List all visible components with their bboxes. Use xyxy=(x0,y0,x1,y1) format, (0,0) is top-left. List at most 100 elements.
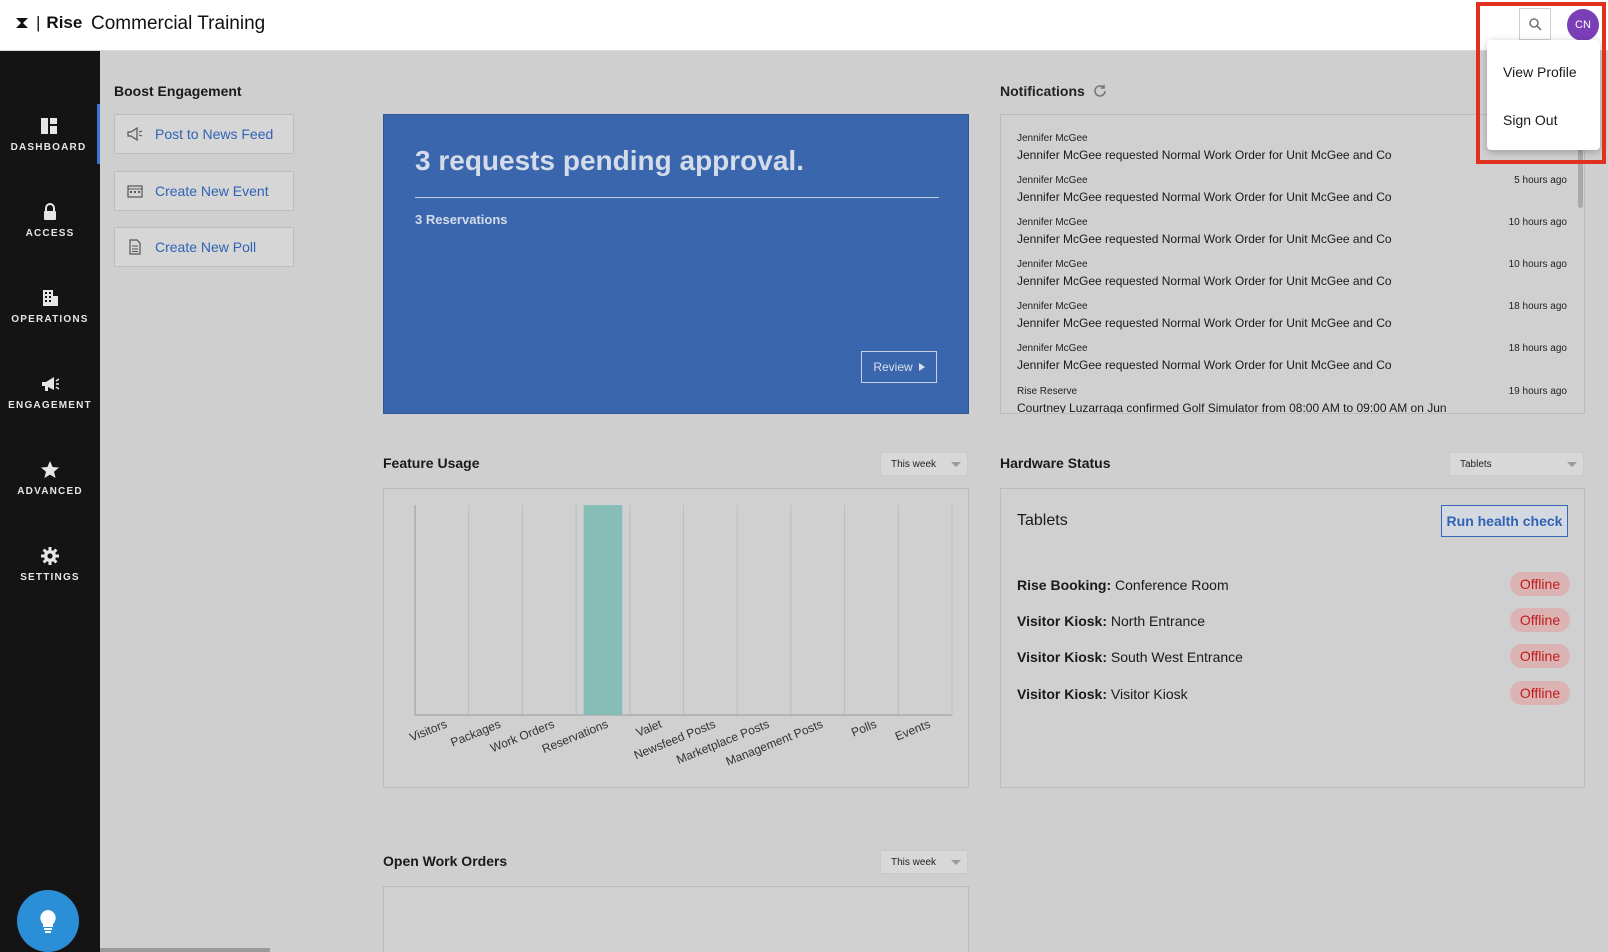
notification-author: Jennifer McGee xyxy=(1017,259,1088,270)
notification-author: Jennifer McGee xyxy=(1017,343,1088,354)
boost-engagement-title: Boost Engagement xyxy=(114,83,242,99)
device-label: Conference Room xyxy=(1115,577,1229,593)
notification-author: Jennifer McGee xyxy=(1017,217,1088,228)
chevron-down-icon xyxy=(951,462,961,467)
caret-right-icon xyxy=(918,363,925,371)
document-icon xyxy=(127,239,143,255)
highlight-annotation-box xyxy=(1476,2,1606,164)
open-work-orders-title: Open Work Orders xyxy=(383,853,508,869)
list-item[interactable]: Jennifer McGee 10 hours ago Jennifer McG… xyxy=(1017,259,1567,301)
device-label: North Entrance xyxy=(1110,613,1206,629)
post-to-news-feed-button[interactable]: Post to News Feed xyxy=(114,114,294,154)
notification-author: Jennifer McGee xyxy=(1017,133,1088,144)
bar-reservations[interactable] xyxy=(583,505,623,715)
list-item[interactable]: Rise Reserve 19 hours ago Courtney Luzar… xyxy=(1017,386,1567,414)
device-row: Rise Booking: Conference Room Offline xyxy=(1017,571,1570,599)
device-row: Visitor Kiosk: Visitor Kiosk Offline xyxy=(1017,680,1570,708)
sidebar-item-advanced[interactable]: ADVANCED xyxy=(0,448,100,508)
refresh-icon[interactable] xyxy=(1093,84,1107,98)
open-work-orders-panel xyxy=(383,886,969,952)
notification-time: 18 hours ago xyxy=(1508,343,1567,354)
megaphone-icon xyxy=(40,374,60,394)
device-type: Visitor Kiosk: xyxy=(1017,649,1107,665)
list-item[interactable]: Jennifer McGee 18 hours ago Jennifer McG… xyxy=(1017,343,1567,385)
help-button[interactable] xyxy=(17,890,79,952)
list-item[interactable]: Jennifer McGee 10 hours ago Jennifer McG… xyxy=(1017,217,1567,259)
calendar-icon xyxy=(127,183,143,199)
review-label: Review xyxy=(873,360,913,374)
device-name: Visitor Kiosk: North Entrance xyxy=(1017,613,1205,629)
device-row: Visitor Kiosk: South West Entrance Offli… xyxy=(1017,643,1570,671)
button-label: Post to News Feed xyxy=(155,126,274,142)
sidebar-item-operations[interactable]: OPERATIONS xyxy=(0,276,100,336)
notification-time: 5 hours ago xyxy=(1514,175,1567,186)
device-label: South West Entrance xyxy=(1110,649,1243,665)
list-item[interactable]: Jennifer McGee 5 hours ago Jennifer McGe… xyxy=(1017,175,1567,217)
run-health-check-button[interactable]: Run health check xyxy=(1441,505,1568,537)
notification-message: Courtney Luzarraga confirmed Golf Simula… xyxy=(1017,401,1447,414)
device-name: Rise Booking: Conference Room xyxy=(1017,577,1229,593)
sidebar-item-engagement[interactable]: ENGAGEMENT xyxy=(0,362,100,422)
select-value: Tablets xyxy=(1460,458,1492,470)
notification-author: Jennifer McGee xyxy=(1017,301,1088,312)
notification-time: 19 hours ago xyxy=(1508,386,1567,397)
pending-subtitle: 3 Reservations xyxy=(415,212,508,227)
sidebar-item-access[interactable]: ACCESS xyxy=(0,190,100,250)
notification-message: Jennifer McGee requested Normal Work Ord… xyxy=(1017,316,1392,330)
rise-logo-icon xyxy=(16,18,28,28)
feature-usage-range-select[interactable]: This week xyxy=(880,452,968,476)
sidebar-item-dashboard[interactable]: DASHBOARD xyxy=(0,104,100,164)
device-label: Visitor Kiosk xyxy=(1110,686,1188,702)
hardware-status-panel: Tablets Run health check Rise Booking: C… xyxy=(1000,488,1585,788)
x-tick-label: Valet xyxy=(634,717,664,740)
notification-time: 10 hours ago xyxy=(1508,259,1567,270)
create-new-poll-button[interactable]: Create New Poll xyxy=(114,227,294,267)
sidebar-item-label: ACCESS xyxy=(25,227,75,239)
hardware-panel-title: Tablets xyxy=(1017,512,1068,529)
list-item[interactable]: Jennifer McGee 18 hours ago Jennifer McG… xyxy=(1017,301,1567,343)
button-label: Create New Event xyxy=(155,183,269,199)
gear-icon xyxy=(40,546,60,566)
lock-icon xyxy=(40,202,60,222)
star-icon xyxy=(40,460,60,480)
hardware-filter-select[interactable]: Tablets xyxy=(1449,452,1584,476)
create-new-event-button[interactable]: Create New Event xyxy=(114,171,294,211)
sidebar-item-settings[interactable]: SETTINGS xyxy=(0,534,100,594)
feature-usage-title: Feature Usage xyxy=(383,455,480,471)
chevron-down-icon xyxy=(1567,462,1577,467)
notification-time: 10 hours ago xyxy=(1508,217,1567,228)
building-icon xyxy=(40,288,60,308)
notification-author: Rise Reserve xyxy=(1017,386,1078,397)
divider xyxy=(415,197,939,198)
device-row: Visitor Kiosk: North Entrance Offline xyxy=(1017,607,1570,635)
sidebar-item-label: SETTINGS xyxy=(20,571,80,583)
sidebar-item-label: ADVANCED xyxy=(17,485,83,497)
select-value: This week xyxy=(891,856,937,868)
sidebar-item-label: OPERATIONS xyxy=(11,313,89,325)
horizontal-scrollbar[interactable] xyxy=(100,948,270,952)
status-badge: Offline xyxy=(1510,608,1570,632)
work-orders-range-select[interactable]: This week xyxy=(880,850,968,874)
megaphone-icon xyxy=(127,126,143,142)
notification-author: Jennifer McGee xyxy=(1017,175,1088,186)
status-badge: Offline xyxy=(1510,681,1570,705)
review-button[interactable]: Review xyxy=(861,351,937,383)
x-tick-label: Events xyxy=(893,717,932,744)
brand-name: Rise xyxy=(46,13,83,32)
device-name: Visitor Kiosk: South West Entrance xyxy=(1017,649,1243,665)
button-label: Create New Poll xyxy=(155,239,257,255)
device-type: Rise Booking: xyxy=(1017,577,1112,593)
pending-headline: 3 requests pending approval. xyxy=(415,145,804,176)
brand-logo[interactable]: | Rise xyxy=(14,13,82,33)
notification-message: Jennifer McGee requested Normal Work Ord… xyxy=(1017,274,1392,288)
sidebar: DASHBOARD ACCESS OPERATIONS ENGAGEMENT A… xyxy=(0,51,100,952)
hardware-status-title: Hardware Status xyxy=(1000,455,1111,471)
app-title: Commercial Training xyxy=(91,13,266,34)
feature-usage-chart: Visitors Packages Work Orders Reservations V… xyxy=(383,488,969,788)
dashboard-icon xyxy=(39,116,59,136)
x-tick-label: Visitors xyxy=(407,717,449,745)
notification-message: Jennifer McGee requested Normal Work Ord… xyxy=(1017,232,1392,246)
device-name: Visitor Kiosk: Visitor Kiosk xyxy=(1017,686,1188,702)
device-type: Visitor Kiosk: xyxy=(1017,613,1107,629)
lightbulb-icon xyxy=(40,910,56,933)
